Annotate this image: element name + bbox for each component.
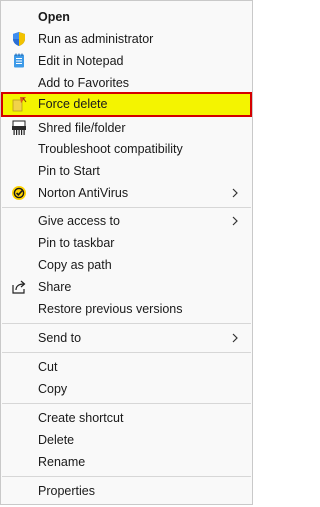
menu-item-open[interactable]: Open [2,6,251,28]
menu-item-force-delete[interactable]: Force delete [1,92,252,117]
menu-item-run-as-administrator[interactable]: Run as administrator [2,28,251,50]
norton-check-icon [11,185,27,201]
menu-item-delete[interactable]: Delete [2,429,251,451]
menu-item-label: Force delete [38,97,108,111]
menu-item-label: Pin to Start [38,164,100,178]
menu-item-label: Send to [38,331,82,345]
menu-item-label: Create shortcut [38,411,124,425]
menu-item-pin-to-taskbar[interactable]: Pin to taskbar [2,232,251,254]
menu-item-give-access-to[interactable]: Give access to [2,210,251,232]
menu-item-copy-as-path[interactable]: Copy as path [2,254,251,276]
menu-item-label: Share [38,280,72,294]
menu-item-label: Give access to [38,214,120,228]
menu-item-edit-in-notepad[interactable]: Edit in Notepad [2,50,251,72]
menu-item-label: Rename [38,455,86,469]
menu-item-norton-antivirus[interactable]: Norton AntiVirus [2,182,251,204]
menu-separator [2,207,251,208]
menu-item-properties[interactable]: Properties [2,480,251,502]
menu-item-label: Troubleshoot compatibility [38,142,183,156]
context-menu: Open Run as administrator Edit in Notepa… [0,0,253,505]
menu-item-label: Add to Favorites [38,76,130,90]
shredder-icon [11,120,27,136]
menu-item-label: Open [38,10,70,24]
uac-shield-icon [11,31,27,47]
menu-item-label: Copy as path [38,258,112,272]
menu-separator [2,403,251,404]
menu-item-add-to-favorites[interactable]: Add to Favorites [2,72,251,94]
menu-separator [2,323,251,324]
menu-item-label: Delete [38,433,75,447]
menu-item-shred-file-folder[interactable]: Shred file/folder [2,117,251,139]
menu-separator [2,476,251,477]
menu-item-rename[interactable]: Rename [2,451,251,473]
menu-item-label: Copy [38,382,68,396]
menu-item-cut[interactable]: Cut [2,356,251,378]
menu-item-send-to[interactable]: Send to [2,327,251,349]
menu-item-create-shortcut[interactable]: Create shortcut [2,407,251,429]
menu-item-pin-to-start[interactable]: Pin to Start [2,160,251,182]
menu-item-label: Restore previous versions [38,302,183,316]
menu-item-label: Cut [38,360,58,374]
menu-item-label: Edit in Notepad [38,54,124,68]
menu-item-label: Properties [38,484,95,498]
menu-separator [2,352,251,353]
menu-item-restore-previous-versions[interactable]: Restore previous versions [2,298,251,320]
share-icon [11,279,27,295]
menu-item-label: Norton AntiVirus [38,186,129,200]
menu-item-label: Pin to taskbar [38,236,115,250]
menu-item-copy[interactable]: Copy [2,378,251,400]
menu-item-share[interactable]: Share [2,276,251,298]
chevron-right-icon [228,331,242,345]
menu-item-label: Shred file/folder [38,121,126,135]
menu-item-label: Run as administrator [38,32,154,46]
chevron-right-icon [228,214,242,228]
chevron-right-icon [228,186,242,200]
notepad-icon [11,53,27,69]
force-delete-icon [11,96,27,112]
menu-item-troubleshoot-compatibility[interactable]: Troubleshoot compatibility [2,138,251,160]
